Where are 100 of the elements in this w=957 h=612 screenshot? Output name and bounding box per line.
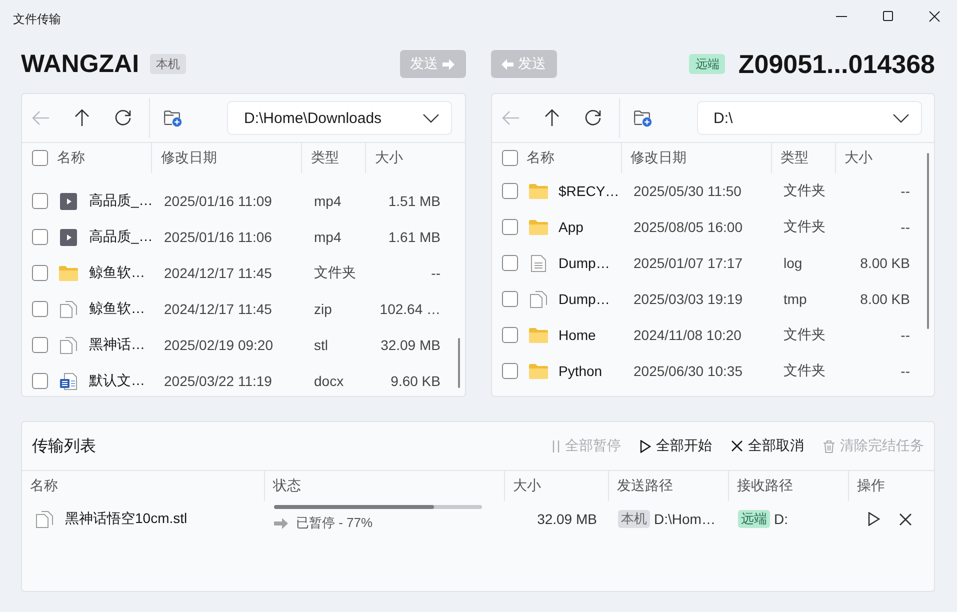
trash-icon (823, 440, 835, 452)
target-path: D: (774, 511, 788, 527)
file-name[interactable]: 高品质_… (89, 228, 153, 246)
close-icon[interactable] (929, 10, 940, 22)
path-dropdown[interactable]: D:\Home\Downloads (227, 101, 452, 135)
modified-date: 2025/08/05 16:00 (634, 219, 742, 235)
column-header[interactable]: 修改日期 (161, 149, 217, 167)
column-header[interactable]: 名称 (57, 149, 85, 167)
play-icon (640, 440, 651, 452)
refresh-icon[interactable] (584, 109, 602, 127)
start-all-button[interactable]: 全部开始 (640, 437, 712, 455)
checkbox[interactable] (32, 150, 48, 166)
file-name[interactable]: 鲸鱼软… (89, 264, 145, 282)
file-icon (36, 510, 53, 528)
file-size: 102.64 … (380, 301, 440, 317)
file-name[interactable]: 高品质_… (89, 192, 153, 210)
new-folder-icon[interactable] (164, 110, 182, 126)
file-size: 32.09 MB (537, 511, 597, 527)
file-type: mp4 (314, 193, 342, 209)
chevron-down-icon (423, 114, 439, 122)
file-size: 8.00 KB (860, 255, 910, 271)
file-type: docx (314, 373, 344, 389)
path-dropdown[interactable]: D:\ (696, 101, 922, 135)
file-name[interactable]: 鲸鱼软… (89, 300, 145, 318)
checkbox[interactable] (32, 265, 48, 281)
folder-icon (528, 328, 548, 342)
file-type: log (784, 255, 802, 271)
up-arrow-icon[interactable] (73, 109, 91, 127)
file-name[interactable]: Home (558, 327, 596, 343)
file-name[interactable]: 默认文… (89, 372, 145, 390)
file-icon (60, 336, 77, 354)
column-header[interactable]: 类型 (311, 149, 339, 167)
up-arrow-icon[interactable] (542, 109, 560, 127)
column-header[interactable]: 名称 (526, 149, 554, 167)
checkbox[interactable] (502, 327, 518, 343)
column-header[interactable]: 类型 (780, 149, 808, 167)
checkbox[interactable] (32, 301, 48, 317)
column-header[interactable]: 大小 (375, 149, 403, 167)
checkbox[interactable] (32, 193, 48, 209)
scrollbar-thumb[interactable] (927, 153, 929, 329)
cancel-all-button[interactable]: 全部取消 (731, 437, 804, 455)
checkbox[interactable] (502, 150, 518, 166)
file-name[interactable]: Dump… (558, 255, 610, 271)
file-type: 文件夹 (784, 362, 826, 380)
panel-title: 传输列表 (32, 436, 96, 456)
column-header[interactable]: 大小 (844, 149, 872, 167)
arrow-right-icon (442, 58, 455, 70)
transfer-status: 已暂停 - 77% (296, 514, 373, 532)
source-path: D:\Hom… (654, 511, 716, 527)
checkbox[interactable] (502, 219, 518, 235)
file-type: 文件夹 (784, 218, 826, 236)
modified-date: 2024/12/17 11:45 (164, 301, 272, 317)
refresh-icon[interactable] (114, 109, 132, 127)
scrollbar-thumb[interactable] (458, 338, 460, 388)
play-icon[interactable] (868, 512, 880, 526)
local-host-name: WANGZAI (21, 50, 140, 78)
checkbox[interactable] (32, 337, 48, 353)
checkbox[interactable] (502, 291, 518, 307)
modified-date: 2024/12/17 11:45 (164, 265, 272, 281)
file-size: 1.51 MB (388, 193, 440, 209)
chevron-down-icon (892, 114, 908, 122)
pause-icon (552, 440, 560, 452)
new-folder-icon[interactable] (634, 110, 652, 126)
local-badge: 本机 (150, 54, 186, 74)
file-size: -- (431, 265, 440, 281)
close-icon[interactable] (899, 512, 912, 526)
checkbox[interactable] (502, 183, 518, 199)
modified-date: 2025/01/07 17:17 (634, 255, 742, 271)
file-size: 1.61 MB (388, 229, 440, 245)
file-name[interactable]: $RECY… (558, 183, 620, 199)
file-size: 32.09 MB (380, 337, 440, 353)
file-type: tmp (784, 291, 807, 307)
video-file-icon (60, 192, 77, 210)
modified-date: 2025/03/03 19:19 (634, 291, 742, 307)
local-badge: 本机 (618, 510, 650, 528)
file-name[interactable]: Dump… (558, 291, 610, 307)
file-size: -- (900, 183, 910, 199)
file-type: stl (314, 337, 328, 353)
remote-badge: 远端 (689, 54, 726, 74)
file-name[interactable]: 黑神话… (89, 336, 145, 354)
maximize-icon[interactable] (883, 11, 893, 21)
checkbox[interactable] (32, 373, 48, 389)
text-file-icon (530, 254, 546, 272)
folder-icon (528, 364, 548, 378)
column-header: 接收路径 (737, 477, 793, 495)
file-name: 黑神话悟空10cm.stl (65, 510, 188, 528)
folder-icon (59, 266, 78, 280)
checkbox[interactable] (502, 363, 518, 379)
remote-badge: 远端 (738, 510, 770, 528)
file-name[interactable]: App (558, 219, 584, 235)
column-header: 状态 (273, 477, 301, 495)
arrow-right-icon (274, 518, 288, 528)
window-title: 文件传输 (13, 10, 61, 28)
checkbox[interactable] (32, 229, 48, 245)
column-header[interactable]: 修改日期 (630, 149, 686, 167)
folder-icon (528, 184, 548, 198)
column-header: 发送路径 (617, 477, 673, 495)
file-name[interactable]: Python (558, 363, 602, 379)
checkbox[interactable] (502, 255, 518, 271)
video-file-icon (60, 228, 77, 246)
